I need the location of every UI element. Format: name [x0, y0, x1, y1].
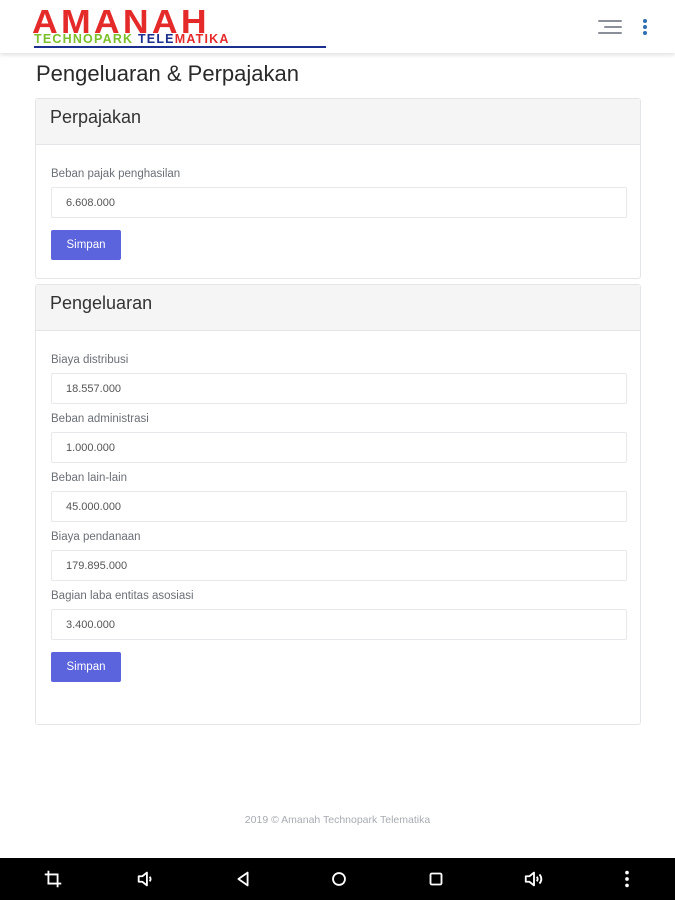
perpajakan-card-title: Perpajakan — [36, 99, 640, 145]
logo-underline — [34, 46, 326, 48]
logo-subtitle-part-2: TELE — [137, 32, 175, 46]
pengeluaran-save-button[interactable]: Simpan — [51, 652, 121, 682]
logo-subtitle-part-1: TECHNOPARK — [34, 32, 138, 46]
biaya-distribusi-input[interactable] — [51, 373, 627, 404]
crop-icon[interactable] — [42, 868, 64, 890]
recents-icon[interactable] — [425, 868, 447, 890]
field-label-biaya-pendanaan: Biaya pendanaan — [51, 531, 141, 543]
back-icon[interactable] — [232, 868, 254, 890]
footer-copyright: 2019 © Amanah Technopark Telematika — [244, 814, 431, 826]
perpajakan-card: Perpajakan Beban pajak penghasilan Simpa… — [35, 98, 641, 279]
pengeluaran-card-title: Pengeluaran — [36, 285, 640, 331]
logo-subtitle: TECHNOPARK TELEMATIKA — [34, 32, 230, 46]
perpajakan-card-body: Beban pajak penghasilan Simpan — [36, 145, 640, 260]
beban-lain-lain-input[interactable] — [51, 491, 627, 522]
logo-subtitle-part-3: MATIKA — [174, 32, 230, 46]
pengeluaran-card-body: Biaya distribusi Beban administrasi Beba… — [36, 331, 640, 682]
volume-down-icon[interactable] — [135, 868, 157, 890]
hamburger-menu-icon[interactable] — [598, 18, 622, 36]
amanah-logo[interactable]: AMANAH TECHNOPARK TELEMATIKA — [32, 5, 328, 48]
field-label-beban-administrasi: Beban administrasi — [51, 413, 149, 425]
top-app-bar: AMANAH TECHNOPARK TELEMATIKA — [0, 0, 675, 53]
beban-administrasi-input[interactable] — [51, 432, 627, 463]
more-icon[interactable] — [616, 868, 638, 890]
pengeluaran-card: Pengeluaran Biaya distribusi Beban admin… — [35, 284, 641, 725]
home-icon[interactable] — [328, 868, 350, 890]
field-label-beban-pajak: Beban pajak penghasilan — [51, 168, 181, 180]
bagian-laba-input[interactable] — [51, 609, 627, 640]
overflow-menu-icon[interactable] — [640, 17, 650, 37]
volume-up-icon[interactable] — [523, 868, 545, 890]
field-label-biaya-distribusi: Biaya distribusi — [51, 354, 129, 366]
field-label-bagian-laba: Bagian laba entitas asosiasi — [51, 590, 194, 602]
perpajakan-save-button[interactable]: Simpan — [51, 230, 121, 260]
biaya-pendanaan-input[interactable] — [51, 550, 627, 581]
beban-pajak-input[interactable] — [51, 187, 627, 218]
page-title: Pengeluaran & Perpajakan — [36, 61, 299, 86]
field-label-beban-lain-lain: Beban lain-lain — [51, 472, 128, 484]
system-navigation-bar — [0, 858, 675, 900]
